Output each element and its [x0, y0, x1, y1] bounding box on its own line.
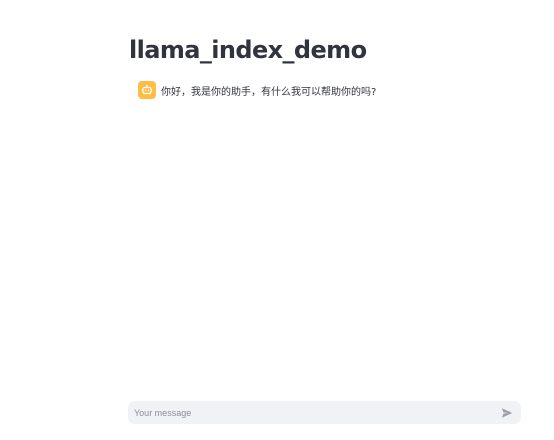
chat-message-assistant: 你好，我是你的助手，有什么我可以帮助你的吗? — [138, 81, 376, 99]
robot-icon — [138, 81, 156, 99]
chat-input-container — [128, 401, 521, 424]
app-container: llama_index_demo 你好，我是你的助手，有什么我可以帮助你的吗? — [0, 0, 554, 440]
chat-message-text: 你好，我是你的助手，有什么我可以帮助你的吗? — [161, 86, 377, 98]
chat-input[interactable] — [128, 401, 498, 424]
send-icon — [502, 407, 513, 418]
page-title: llama_index_demo — [129, 36, 367, 64]
send-button[interactable] — [498, 404, 516, 422]
